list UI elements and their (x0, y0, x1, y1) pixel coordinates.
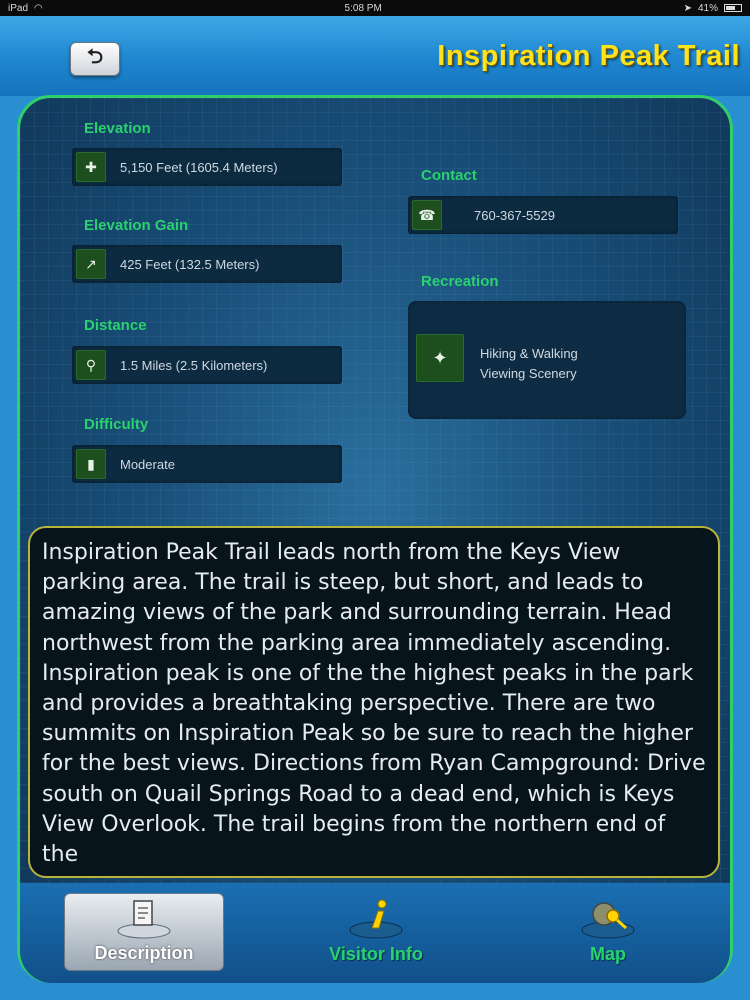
page-title: Inspiration Peak Trail (437, 40, 740, 72)
difficulty-label: Difficulty (84, 416, 149, 433)
document-icon (114, 897, 174, 939)
wifi-icon: ◠ (34, 2, 43, 14)
distance-field: ⚲ 1.5 Miles (2.5 Kilometers) (72, 346, 342, 384)
elevation-label: Elevation (84, 120, 151, 137)
info-icon (346, 898, 406, 940)
contact-phone[interactable]: 760-367-5529 (474, 208, 555, 223)
elevation-gain-field: ↗ 425 Feet (132.5 Meters) (72, 245, 342, 283)
tab-visitor-info-label: Visitor Info (329, 944, 423, 964)
contact-label: Contact (421, 167, 477, 184)
device-label: iPad (8, 2, 29, 14)
contact-field[interactable]: ☎ 760-367-5529 (408, 196, 678, 234)
distance-label: Distance (84, 317, 147, 334)
tab-visitor-info[interactable]: Visitor Info (296, 893, 456, 971)
difficulty-field: ▮ Moderate (72, 445, 342, 483)
tab-map[interactable]: Map (528, 893, 688, 971)
tab-map-label: Map (590, 944, 626, 964)
elevation-gain-value: 425 Feet (132.5 Meters) (120, 256, 260, 272)
description-box[interactable]: Inspiration Peak Trail leads north from … (28, 526, 720, 878)
map-search-icon (578, 898, 638, 940)
distance-pin-icon: ⚲ (76, 350, 106, 380)
header: ⮌ Inspiration Peak Trail (0, 16, 750, 96)
recreation-box: ✦ Hiking & Walking Viewing Scenery (408, 301, 686, 419)
hiker-icon: ✦ (416, 334, 464, 382)
elevation-gain-label: Elevation Gain (84, 217, 189, 234)
difficulty-value: Moderate (120, 456, 175, 472)
recreation-list: Hiking & Walking Viewing Scenery (480, 344, 578, 384)
back-button[interactable]: ⮌ (70, 42, 120, 76)
recreation-item: Viewing Scenery (480, 366, 577, 381)
battery-percent: 41% (697, 2, 718, 14)
distance-value: 1.5 Miles (2.5 Kilometers) (120, 357, 268, 373)
tab-description[interactable]: Description (64, 893, 224, 971)
tab-description-label: Description (94, 943, 194, 963)
location-icon: ➤ (683, 2, 692, 14)
elevation-icon: ✚ (76, 152, 106, 182)
elevation-gain-icon: ↗ (76, 249, 106, 279)
battery-icon (724, 4, 742, 12)
phone-icon: ☎ (412, 200, 442, 230)
recreation-item: Hiking & Walking (480, 346, 578, 361)
back-arrow-icon: ⮌ (86, 46, 104, 68)
description-text: Inspiration Peak Trail leads north from … (42, 540, 706, 868)
recreation-label: Recreation (421, 273, 499, 290)
status-bar: iPad ◠ 5:08 PM ➤ 41% (0, 0, 750, 16)
elevation-field: ✚ 5,150 Feet (1605.4 Meters) (72, 148, 342, 186)
status-time: 5:08 PM (344, 2, 382, 14)
elevation-value: 5,150 Feet (1605.4 Meters) (120, 159, 278, 175)
difficulty-icon: ▮ (76, 449, 106, 479)
tab-bar: Description Visitor Info Map (20, 883, 730, 983)
